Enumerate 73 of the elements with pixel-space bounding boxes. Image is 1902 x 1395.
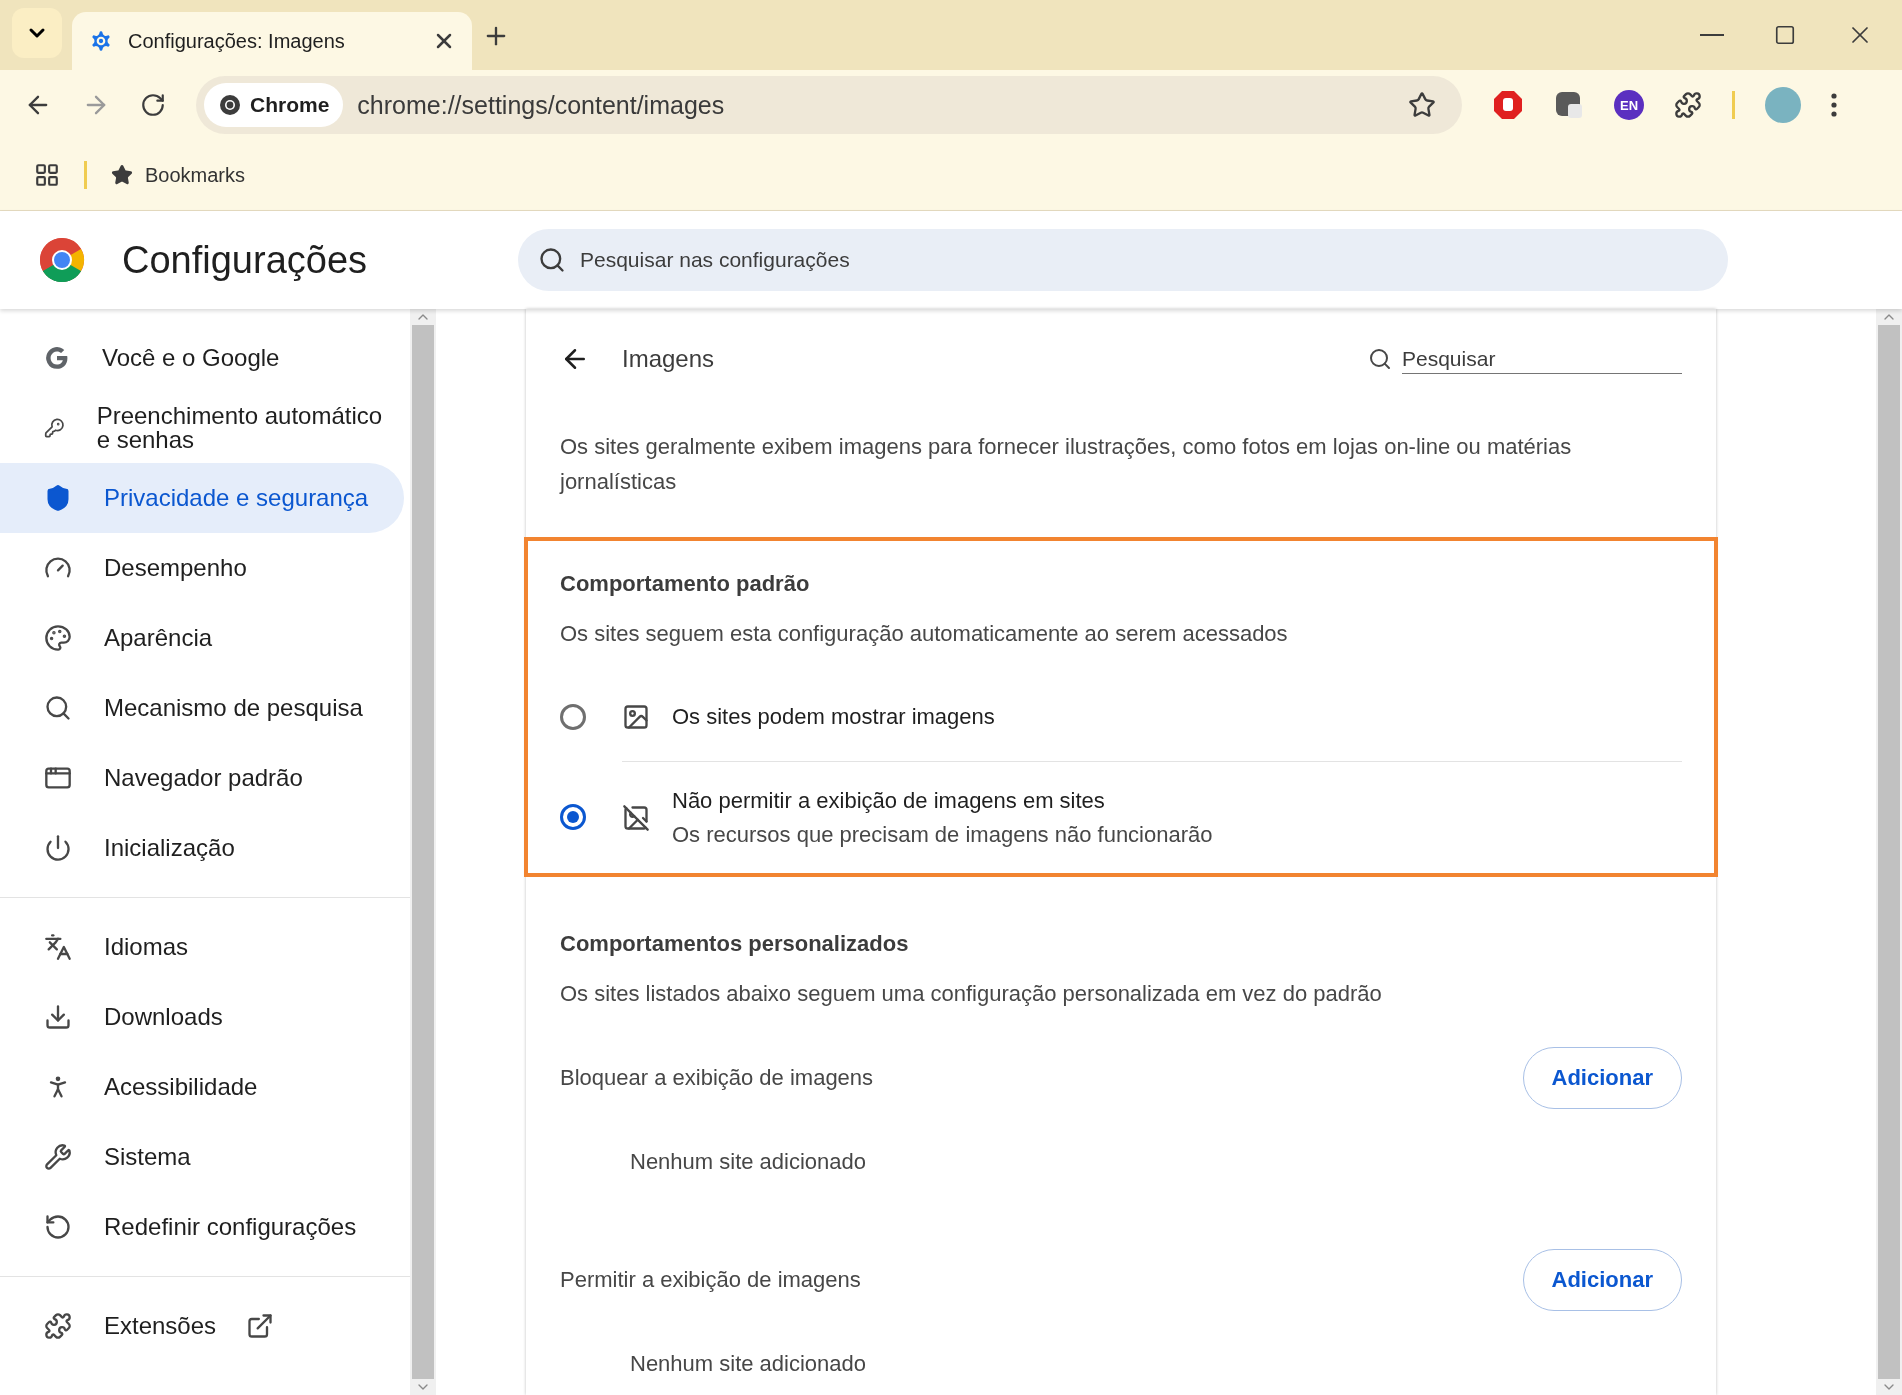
url-text: chrome://settings/content/images — [357, 90, 726, 120]
reset-icon — [44, 1213, 72, 1241]
list-heading: Bloquear a exibição de imagens — [560, 1065, 874, 1091]
section-description: Os sites seguem esta configuração automaticamente ao serem acessados — [560, 621, 1289, 648]
scrollbar[interactable] — [410, 309, 436, 1395]
sidebar-item[interactable]: Preenchimento automático e senhas — [0, 393, 404, 463]
add-button[interactable]: Adicionar — [1522, 1249, 1682, 1311]
chrome-mono-icon — [218, 93, 242, 117]
address-bar[interactable]: Chrome chrome://settings/content/images — [196, 76, 1462, 134]
page-title: Imagens — [622, 345, 716, 373]
sidebar-item[interactable]: Você e o Google — [0, 323, 404, 393]
apps-grid-icon — [34, 162, 60, 188]
sidebar-item[interactable]: Privacidade e segurança — [0, 463, 404, 533]
google-g-icon — [44, 345, 70, 371]
sidebar-item[interactable]: Desempenho — [0, 533, 404, 603]
sidebar-item[interactable]: Redefinir configurações — [0, 1192, 404, 1262]
sidebar-item[interactable]: Aparência — [0, 603, 404, 673]
sidebar-item[interactable]: Downloads — [0, 982, 404, 1052]
image-icon — [622, 703, 650, 731]
list-heading: Permitir a exibição de imagens — [560, 1267, 861, 1293]
tab-list-button[interactable] — [12, 8, 62, 58]
search-icon — [1368, 347, 1392, 371]
reload-icon — [140, 92, 166, 118]
menu-icon — [1831, 93, 1837, 117]
site-chip[interactable]: Chrome — [204, 83, 344, 127]
page-description: Os sites geralmente exibem imagens para fornecer ilustrações, como fotos em lojas on-line ou matérias jornalísticas — [558, 433, 1573, 496]
search-field[interactable]: Pesquisar — [1402, 344, 1682, 374]
settings-search-field[interactable]: Pesquisar nas configurações — [518, 229, 1728, 291]
add-button[interactable]: Adicionar — [1522, 1047, 1682, 1109]
option-label: Os sites podem mostrar imagens — [672, 704, 995, 730]
puzzle-icon — [44, 1312, 72, 1340]
sidebar-item[interactable]: Extensões — [0, 1291, 404, 1361]
search-icon — [538, 246, 566, 274]
download-icon — [44, 1003, 72, 1031]
section-heading: Comportamentos personalizados — [560, 930, 910, 958]
settings-title: Configurações — [122, 238, 369, 282]
sidebar-item[interactable]: Mecanismo de pesquisa — [0, 673, 404, 743]
sidebar-item[interactable]: Inicialização — [0, 813, 404, 883]
maximize-icon — [1774, 24, 1796, 46]
option-label: Não permitir a exibição de imagens em sites — [672, 787, 1106, 814]
empty-list-text: Nenhum site adicionado — [629, 1148, 868, 1176]
search-icon — [44, 694, 72, 722]
palette-icon — [44, 624, 72, 652]
star-icon — [111, 164, 133, 186]
image-off-icon — [622, 803, 650, 832]
section-heading: Comportamento padrão — [560, 570, 811, 598]
bookmark-star-button[interactable] — [1408, 91, 1436, 119]
sidebar-item[interactable]: Navegador padrão — [0, 743, 404, 813]
apps-button[interactable] — [34, 162, 60, 188]
translate-icon — [44, 933, 72, 961]
section-description: Os sites listados abaixo seguem uma configuração personalizada em vez do padrão — [560, 981, 1383, 1008]
sidebar-item[interactable]: Acessibilidade — [0, 1052, 404, 1122]
chrome-logo-icon — [38, 236, 86, 284]
option-sublabel: Os recursos que precisam de imagens não funcionarão — [672, 821, 1213, 848]
extensions-button[interactable] — [1674, 91, 1702, 119]
bookmark-folder[interactable]: Bookmarks — [111, 163, 246, 187]
empty-list-text: Nenhum site adicionado — [629, 1350, 868, 1378]
extension-square-icon[interactable] — [1554, 90, 1584, 120]
menu-button[interactable] — [1831, 93, 1837, 117]
star-icon — [1408, 91, 1436, 119]
scrollbar[interactable] — [1876, 309, 1902, 1395]
sidebar-item[interactable]: Idiomas — [0, 912, 404, 982]
minimize-icon — [1700, 34, 1724, 36]
radio-button[interactable] — [560, 804, 586, 830]
sidebar-item[interactable]: Sistema — [0, 1122, 404, 1192]
maximize-button[interactable] — [1774, 24, 1796, 46]
browser-tab[interactable]: Configurações: Imagens — [72, 12, 472, 70]
power-icon — [44, 834, 72, 862]
language-extension-badge[interactable]: EN — [1614, 90, 1644, 120]
wrench-icon — [44, 1143, 72, 1171]
reload-button[interactable] — [140, 92, 166, 118]
radio-button[interactable] — [560, 704, 586, 730]
puzzle-icon — [1674, 91, 1702, 119]
